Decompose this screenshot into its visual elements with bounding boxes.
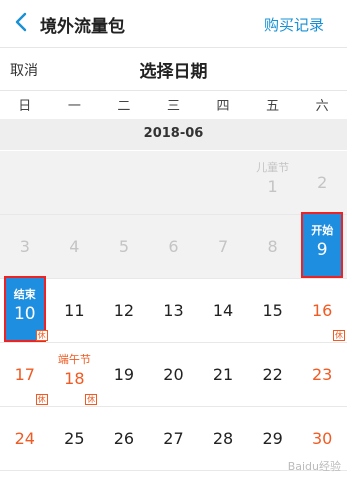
calendar-day[interactable]: 11 [50, 279, 100, 343]
calendar-day[interactable]: 16 休 [297, 279, 347, 343]
day-number: 22 [262, 365, 283, 384]
day-number: 9 [316, 240, 328, 260]
weekday-label: 三 [166, 99, 180, 114]
weekday-header: 日 一 二 三 四 五 六 [0, 91, 347, 120]
day-number: 8 [267, 237, 278, 256]
day-number: 7 [217, 237, 229, 256]
calendar-day[interactable]: 25 [50, 407, 100, 471]
month-label: 2018-06 [143, 126, 204, 141]
calendar-day: 5 [99, 215, 149, 279]
selected-start-date[interactable]: 开始 9 [301, 212, 344, 278]
day-number: 11 [64, 301, 85, 320]
calendar-day: 3 [0, 215, 50, 279]
day-number: 14 [212, 301, 234, 320]
calendar-day: 8 [248, 215, 298, 279]
calendar-day: 2 [297, 151, 347, 215]
day-number: 27 [163, 429, 184, 448]
day-number: 29 [262, 429, 283, 448]
calendar-day[interactable]: 27 [149, 407, 199, 471]
purchase-records-link[interactable]: 购买记录 [264, 14, 324, 35]
calendar-day[interactable]: 端午节 18 休 [50, 343, 100, 407]
rest-day-badge: 休 [35, 330, 48, 341]
day-number: 19 [113, 365, 135, 384]
calendar-day: 4 [50, 215, 100, 279]
page-title: 境外流量包 [40, 17, 125, 37]
calendar-day[interactable]: 12 [99, 279, 149, 343]
calendar-day[interactable]: 14 [198, 279, 248, 343]
start-tag: 开始 [311, 224, 334, 237]
weekday-label: 六 [315, 99, 329, 114]
calendar-day[interactable]: 26 [99, 407, 149, 471]
day-number: 18 [64, 369, 85, 388]
calendar-day[interactable]: 23 [297, 343, 347, 407]
day-number: 13 [163, 301, 184, 320]
watermark: Baidu经验 [287, 460, 341, 473]
holiday-label: 端午节 [57, 353, 91, 366]
day-number: 6 [168, 237, 179, 256]
calendar-day[interactable]: 13 [149, 279, 199, 343]
rest-day-badge: 休 [35, 394, 48, 405]
day-number: 17 [14, 365, 35, 384]
day-number: 30 [312, 429, 333, 448]
day-number: 23 [312, 365, 333, 384]
day-number: 4 [69, 237, 80, 256]
calendar-day[interactable]: 15 [248, 279, 298, 343]
day-number: 1 [267, 177, 278, 196]
day-number: 15 [262, 301, 283, 320]
calendar-day: 儿童节 1 [248, 151, 298, 215]
weekday-label: 二 [117, 99, 131, 114]
rest-day-badge: 休 [332, 330, 345, 341]
weekday-label: 五 [266, 99, 280, 114]
day-number: 16 [312, 301, 333, 320]
back-arrow-icon[interactable] [10, 10, 34, 34]
day-number: 5 [118, 237, 129, 256]
picker-title: 选择日期 [139, 62, 208, 82]
calendar-day[interactable]: 17 休 [0, 343, 50, 407]
day-number: 26 [113, 429, 135, 448]
day-number: 25 [64, 429, 85, 448]
calendar-day[interactable]: 28 [198, 407, 248, 471]
rest-day-badge: 休 [85, 394, 98, 405]
weekday-label: 日 [18, 99, 32, 114]
holiday-label: 儿童节 [256, 161, 290, 174]
day-number: 3 [19, 237, 30, 256]
day-number: 20 [163, 365, 184, 384]
weekday-label: 一 [67, 99, 81, 114]
calendar-day: 7 [198, 215, 248, 279]
calendar-day[interactable]: 22 [248, 343, 298, 407]
calendar-day[interactable]: 21 [198, 343, 248, 407]
day-number: 24 [14, 429, 35, 448]
day-number: 21 [212, 365, 234, 384]
calendar-day[interactable]: 24 [0, 407, 50, 471]
weekday-label: 四 [216, 99, 230, 114]
day-number: 12 [113, 301, 135, 320]
rest-badge-holder: 休 [0, 279, 50, 343]
calendar-day: 6 [149, 215, 199, 279]
calendar-day[interactable]: 20 [149, 343, 199, 407]
day-number: 28 [212, 429, 234, 448]
day-number: 2 [317, 173, 328, 192]
calendar-day[interactable]: 19 [99, 343, 149, 407]
